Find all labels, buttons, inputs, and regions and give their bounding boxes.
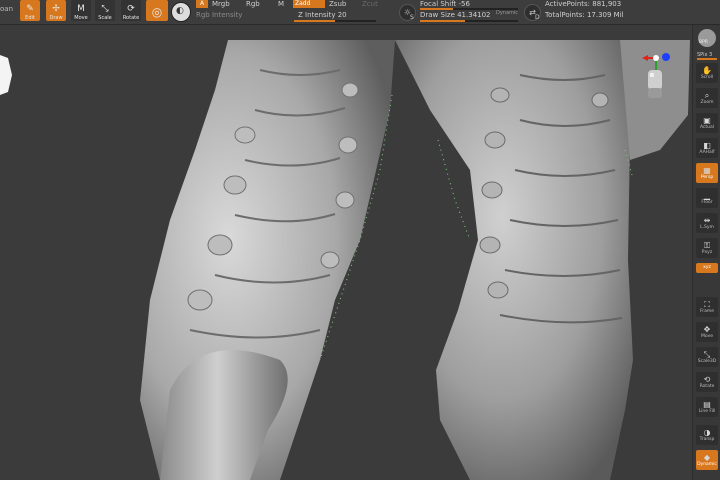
rotate-button[interactable]: ⟳ Rotate (121, 0, 141, 21)
brush-button[interactable]: ◎ (146, 0, 168, 21)
dynamic-icon: ◆ (703, 452, 711, 462)
draw-size-track[interactable] (420, 20, 518, 22)
rail-button-label: Zoom (700, 99, 714, 105)
rail-button-label: Move (700, 333, 714, 339)
rail-button-label: Scroll (700, 74, 714, 80)
mrgb-button[interactable]: Mrgb (212, 0, 230, 8)
zoom-icon: ⌕ (704, 90, 710, 100)
draw-button[interactable]: ✢ Draw (46, 0, 66, 21)
rail-button-move[interactable]: ✥ Move (696, 322, 718, 342)
rail-button-dynamic[interactable]: ◆ Dynamic (696, 450, 718, 470)
draw-icon: ✢ (52, 4, 60, 14)
material-swatch[interactable]: ◐ (171, 2, 191, 22)
polyf-icon: ▤ (703, 399, 711, 409)
left-edge-label: oan (0, 5, 14, 13)
bpr-button[interactable]: BPR (698, 29, 716, 47)
rail-button-floor[interactable]: ▁ Floor (696, 188, 718, 208)
axis-gizmo-icon (642, 53, 670, 98)
top-toolbar: oan ✎ Edit ✢ Draw M Move ⤡ Scale ⟳ Rotat… (0, 0, 720, 25)
rotate-icon: ⟳ (127, 4, 135, 14)
transp-icon: ◑ (703, 427, 711, 437)
move-icon: ✥ (703, 324, 711, 334)
rail-button-pxyz[interactable]: ⚿ Pxyz (696, 238, 718, 258)
rail-button-label: Transp (699, 436, 715, 442)
brush-icon: ◎ (151, 5, 163, 19)
actual-icon: ▣ (703, 115, 711, 125)
rail-button-aahalf[interactable]: ◧ AAHalf (696, 138, 718, 158)
rail-button-scale3d[interactable]: ⤡ Scale3D (696, 347, 718, 367)
rail-button-l-sym[interactable]: ⇹ L.Sym (696, 213, 718, 233)
rail-button-label: Actual (699, 124, 715, 130)
s-label: S (410, 14, 414, 21)
move-label: Move (74, 15, 88, 21)
rail-button-rotate[interactable]: ⟲ Rotate (696, 372, 718, 392)
dynamic-toggle[interactable]: Dynamic (496, 10, 518, 16)
rail-button-label: Floor (701, 199, 713, 205)
total-points-readout: TotalPoints: 17.309 Mil (545, 11, 624, 19)
edit-label: Edit (25, 15, 35, 21)
rgb-intensity-slider[interactable]: Rgb Intensity (196, 11, 242, 19)
bpr-label: BPR (699, 40, 708, 45)
xyz-label: xyz (703, 265, 711, 270)
rail-button-zoom[interactable]: ⌕ Zoom (696, 88, 718, 108)
zsub-button[interactable]: Zsub (329, 0, 346, 8)
rail-button-label: Dynamic (697, 461, 717, 467)
rail-button-scroll[interactable]: ✋ Scroll (696, 63, 718, 83)
rotate-icon: ⟲ (703, 374, 711, 384)
rail-button-label: Frame (699, 308, 715, 314)
zcut-button[interactable]: Zcut (362, 0, 378, 8)
zadd-button[interactable]: Zadd (293, 0, 325, 8)
rail-button-label: Rotate (699, 383, 715, 389)
scale-button[interactable]: ⤡ Scale (95, 0, 115, 21)
material-icon: ◐ (176, 6, 184, 16)
floor-icon: ▁ (703, 190, 711, 200)
move-icon: M (77, 4, 85, 14)
rail-button-label: Scale3D (697, 358, 717, 364)
rail-button-frame[interactable]: ⛶ Frame (696, 297, 718, 317)
rail-button-label: Pxyz (701, 249, 713, 255)
viewport-canvas[interactable] (0, 25, 692, 480)
draw-size-slider[interactable]: Draw Size 41.34102 (420, 11, 491, 19)
lsym-icon: ⇹ (703, 215, 711, 225)
rail-button-label: L.Sym (700, 224, 714, 230)
lock-icon: ⚿ (703, 240, 711, 250)
active-points-readout: ActivePoints: 881,903 (545, 0, 622, 8)
sculpt-model (0, 25, 692, 480)
frame-icon: ⛶ (704, 299, 710, 309)
draw-label: Draw (49, 15, 63, 21)
rotate-label: Rotate (122, 15, 140, 21)
rgb-button[interactable]: Rgb (246, 0, 260, 8)
z-intensity-track[interactable] (294, 20, 376, 22)
navigation-gizmo[interactable] (636, 50, 676, 105)
rail-button-label: AAHalf (699, 149, 715, 155)
right-shelf: BPR SPix 3 ✋ Scroll ⌕ Zoom ▣ Actual ◧ AAHalf ▦ Pe… (692, 25, 720, 480)
scale-icon: ⤡ (101, 4, 109, 14)
scale-icon: ⤡ (703, 349, 711, 359)
m-button[interactable]: M (278, 0, 284, 8)
rail-button-label: Line Fill (698, 408, 716, 414)
rail-button-persp[interactable]: ▦ Persp (696, 163, 718, 183)
scale-label: Scale (98, 15, 112, 21)
rail-button-line-fill[interactable]: ▤ Line Fill (696, 397, 718, 417)
aahalf-icon: ◧ (703, 140, 711, 150)
edit-icon: ✎ (26, 4, 34, 14)
rail-button-transp[interactable]: ◑ Transp (696, 425, 718, 445)
d-label: D (535, 14, 540, 21)
focal-shift-slider[interactable]: Focal Shift -56 (420, 0, 470, 8)
spix-slider[interactable] (697, 58, 717, 60)
xyz-symmetry-toggle[interactable]: xyz (696, 263, 718, 273)
persp-icon: ▦ (703, 165, 711, 175)
hand-icon: ✋ (702, 65, 712, 75)
z-intensity-slider[interactable]: Z Intensity 20 (298, 11, 347, 19)
edit-button[interactable]: ✎ Edit (20, 0, 40, 21)
move-button[interactable]: M Move (71, 0, 91, 21)
rail-button-actual[interactable]: ▣ Actual (696, 113, 718, 133)
a-button[interactable]: A (196, 0, 208, 8)
rail-button-label: Persp (700, 174, 714, 180)
